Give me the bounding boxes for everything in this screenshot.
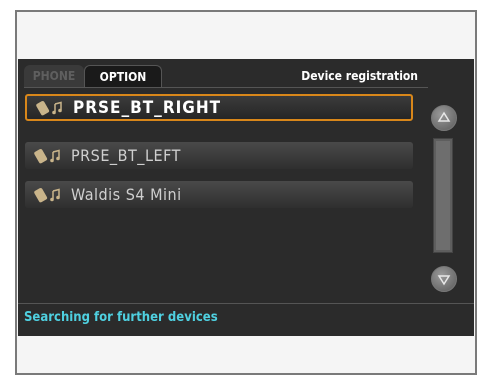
infotainment-screen: PHONE OPTION Device registration PRSE_BT… xyxy=(18,59,474,336)
status-divider xyxy=(18,303,474,304)
device-name: Waldis S4 Mini xyxy=(71,185,182,204)
phone-music-icon xyxy=(33,186,71,204)
page-title: Device registration xyxy=(301,69,418,83)
scroll-down-button[interactable] xyxy=(431,266,457,292)
phone-music-icon xyxy=(35,99,73,117)
device-list-item-prse-bt-left[interactable]: PRSE_BT_LEFT xyxy=(25,142,413,169)
scrollbar[interactable] xyxy=(433,138,453,253)
device-name: PRSE_BT_RIGHT xyxy=(73,97,222,118)
tab-phone[interactable]: PHONE xyxy=(24,65,84,87)
triangle-down-icon xyxy=(437,275,451,286)
scrollbar-thumb[interactable] xyxy=(436,141,450,250)
device-list-item-prse-bt-right[interactable]: PRSE_BT_RIGHT xyxy=(25,94,413,121)
phone-music-icon xyxy=(33,147,71,165)
device-name: PRSE_BT_LEFT xyxy=(71,146,181,165)
tab-divider xyxy=(24,87,428,88)
device-list-item-waldis-s4-mini[interactable]: Waldis S4 Mini xyxy=(25,181,413,208)
status-text: Searching for further devices xyxy=(24,310,218,325)
tab-option[interactable]: OPTION xyxy=(84,65,162,87)
scroll-up-button[interactable] xyxy=(431,105,457,131)
triangle-up-icon xyxy=(437,111,451,122)
